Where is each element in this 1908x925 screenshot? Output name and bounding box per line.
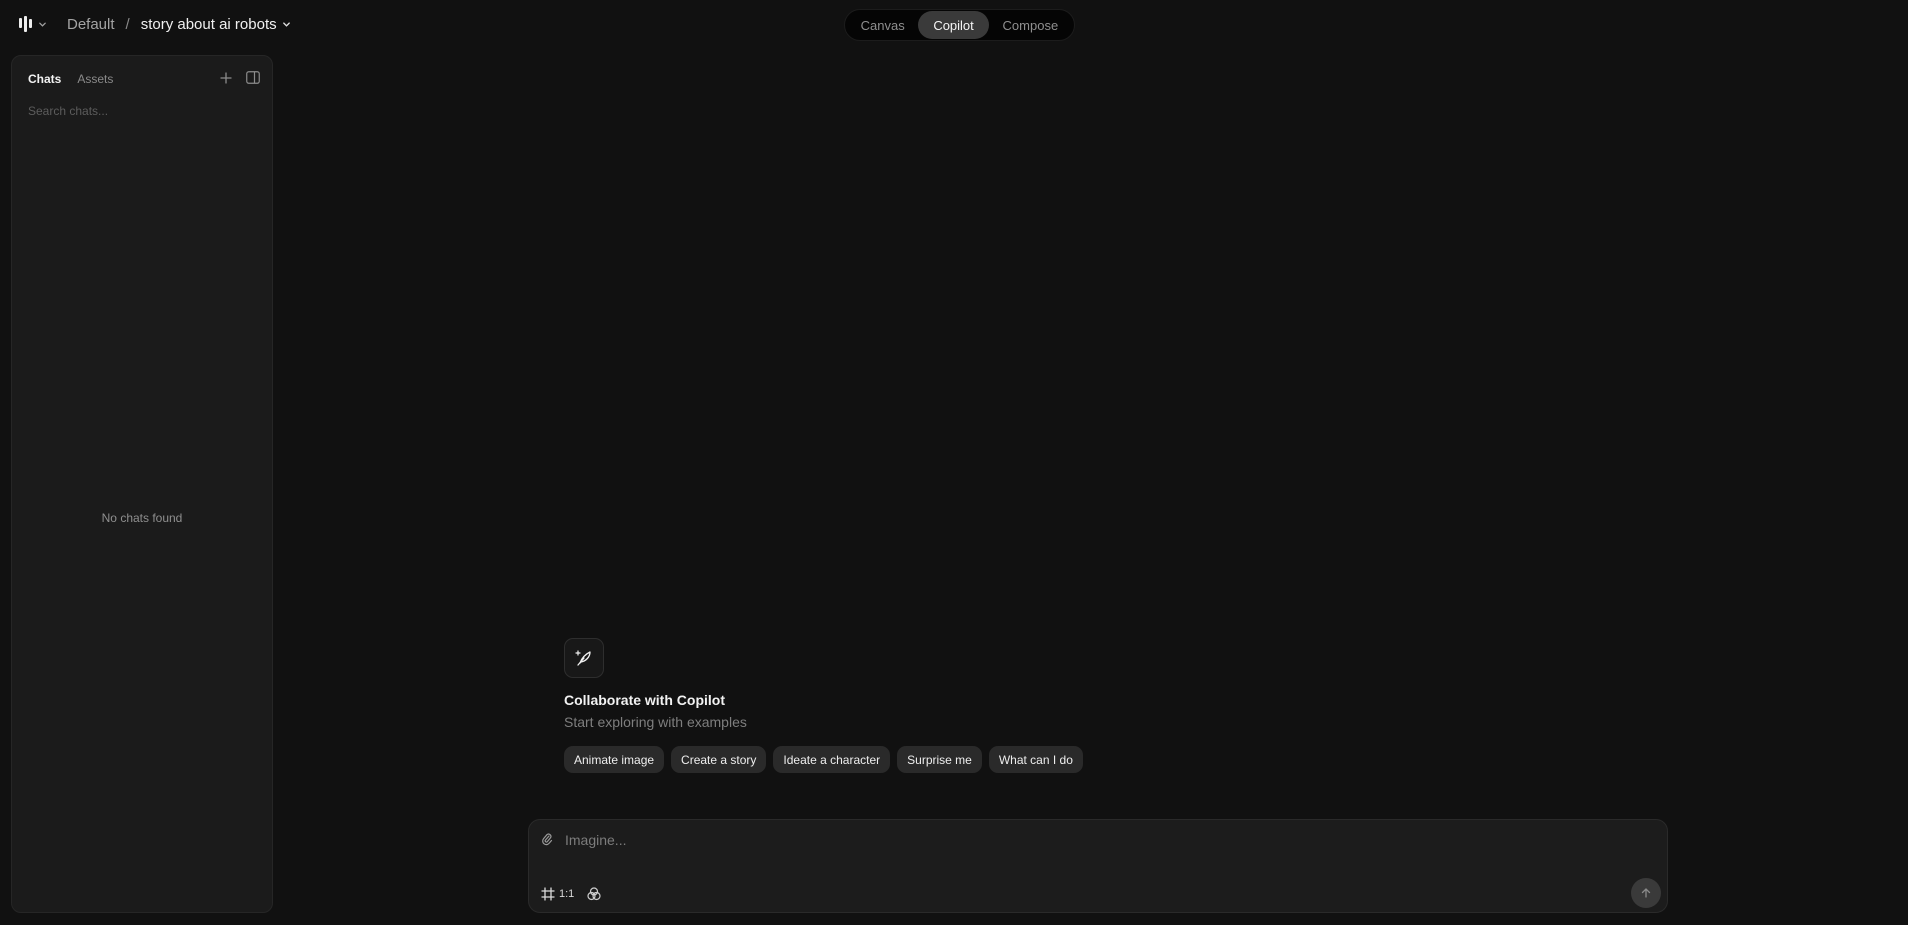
- prompt-composer: 1:1: [528, 819, 1668, 913]
- chip-surprise-me[interactable]: Surprise me: [897, 746, 982, 773]
- sidebar-panel-icon: [246, 71, 260, 84]
- mode-copilot-button[interactable]: Copilot: [918, 11, 989, 39]
- chip-create-story[interactable]: Create a story: [671, 746, 767, 773]
- breadcrumb: Default / story about ai robots: [67, 14, 291, 34]
- arrow-up-icon: [1641, 888, 1651, 898]
- top-bar: Default / story about ai robots Canvas C…: [0, 0, 1908, 48]
- mode-switch: Canvas Copilot Compose: [844, 9, 1075, 41]
- chevron-down-icon: [38, 20, 47, 29]
- search-chats-input[interactable]: [28, 100, 258, 122]
- aspect-ratio-value: 1:1: [559, 888, 575, 900]
- breadcrumb-separator: /: [125, 15, 130, 33]
- collapse-sidebar-button[interactable]: [246, 71, 260, 89]
- plus-icon: [220, 72, 232, 84]
- empty-state-message: No chats found: [101, 511, 183, 525]
- tab-assets[interactable]: Assets: [77, 72, 113, 86]
- app-logo-icon: [19, 16, 34, 32]
- sidebar-tabs: Chats Assets: [28, 72, 113, 86]
- project-selector[interactable]: story about ai robots: [141, 16, 291, 33]
- mode-compose-button[interactable]: Compose: [989, 11, 1072, 39]
- tab-chats[interactable]: Chats: [28, 72, 61, 86]
- chip-what-can-i-do[interactable]: What can I do: [988, 746, 1083, 773]
- mode-canvas-button[interactable]: Canvas: [847, 11, 918, 39]
- chip-ideate-character[interactable]: Ideate a character: [773, 746, 891, 773]
- app-menu[interactable]: [19, 14, 47, 34]
- style-blend-icon: [587, 887, 601, 901]
- aspect-ratio-button[interactable]: 1:1: [541, 887, 574, 901]
- paperclip-icon[interactable]: [541, 832, 553, 851]
- copilot-welcome: Collaborate with Copilot Start exploring…: [564, 638, 1083, 773]
- chevron-down-icon: [282, 16, 291, 33]
- welcome-title: Collaborate with Copilot: [564, 692, 725, 708]
- copilot-feather-icon: [564, 638, 604, 678]
- project-name: story about ai robots: [140, 15, 277, 33]
- style-button[interactable]: [586, 886, 602, 902]
- frame-icon: [541, 887, 555, 901]
- new-chat-button[interactable]: [220, 71, 232, 89]
- prompt-input[interactable]: [565, 828, 1645, 852]
- sidebar-actions: [220, 71, 260, 89]
- composer-tools: 1:1: [541, 886, 602, 902]
- example-chips: Animate image Create a story Ideate a ch…: [564, 746, 1083, 773]
- send-button[interactable]: [1631, 878, 1661, 908]
- workspace-link[interactable]: Default: [67, 16, 115, 33]
- welcome-subtitle: Start exploring with examples: [564, 714, 747, 730]
- chip-animate-image[interactable]: Animate image: [564, 746, 665, 773]
- chat-sidebar: Chats Assets No chats found: [11, 55, 273, 913]
